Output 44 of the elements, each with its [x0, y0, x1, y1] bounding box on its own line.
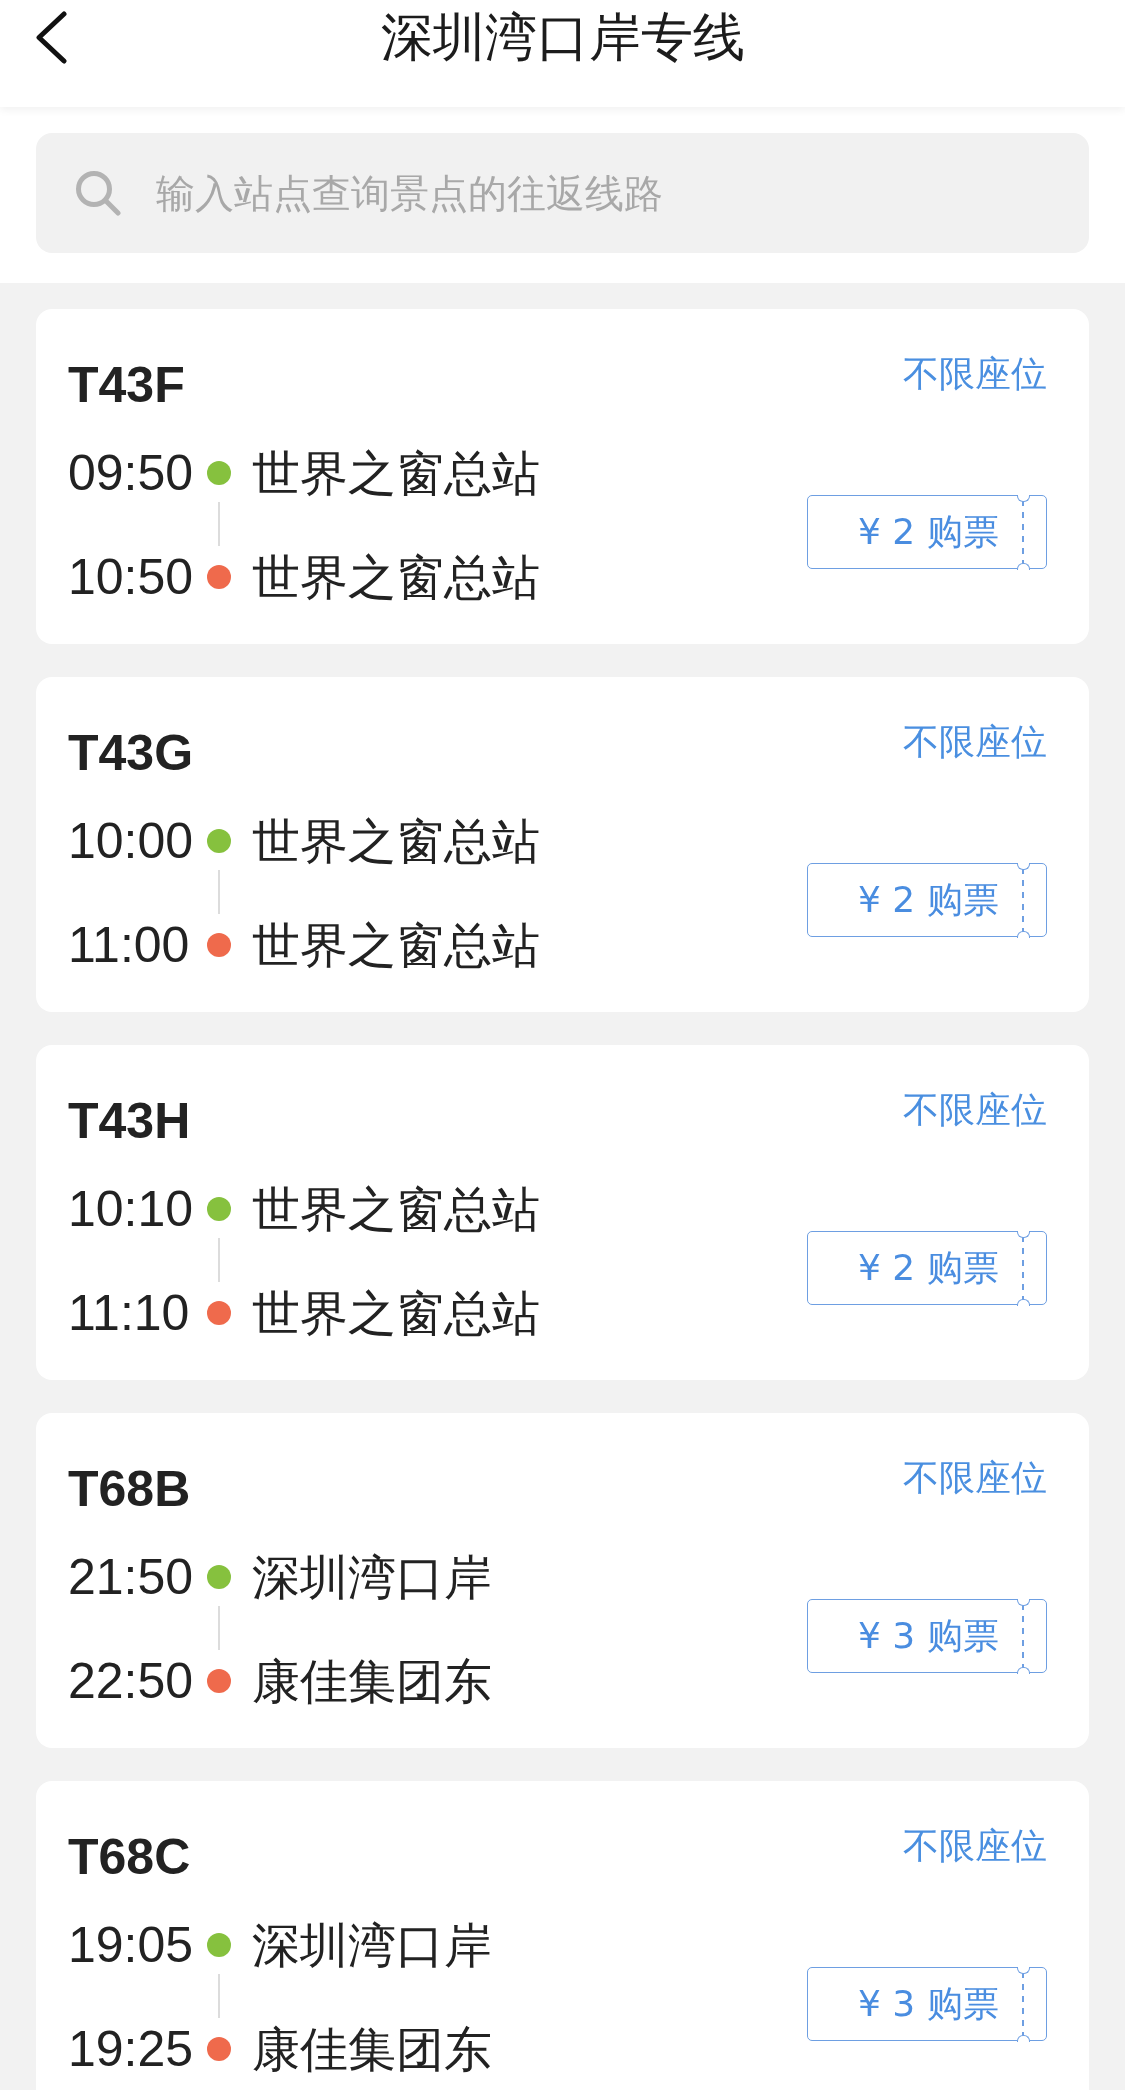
- station-name: 康佳集团东: [252, 2024, 492, 2074]
- seat-note: 不限座位: [903, 1828, 1047, 1864]
- station-name: 康佳集团东: [252, 1656, 492, 1706]
- route-line: [218, 502, 220, 546]
- page-title: 深圳湾口岸专线: [380, 11, 745, 63]
- route-name: T43G: [68, 728, 194, 778]
- station-name: 世界之窗总站: [252, 1288, 540, 1338]
- buy-ticket-button[interactable]: ¥ 2 购票: [807, 863, 1047, 937]
- station-name: 世界之窗总站: [252, 552, 540, 602]
- stop-time: 21:50: [68, 1552, 195, 1602]
- station-name: 世界之窗总站: [252, 448, 540, 498]
- station-name: 世界之窗总站: [252, 920, 540, 970]
- route-name: T68C: [68, 1832, 191, 1882]
- seat-note: 不限座位: [903, 724, 1047, 760]
- seat-note: 不限座位: [903, 1460, 1047, 1496]
- seat-note: 不限座位: [903, 356, 1047, 392]
- stop-time: 19:25: [68, 2024, 195, 2074]
- back-button[interactable]: [34, 11, 68, 64]
- station-name: 世界之窗总站: [252, 1184, 540, 1234]
- route-name: T43H: [68, 1096, 191, 1146]
- stop-time: 22:50: [68, 1656, 195, 1706]
- search-field[interactable]: 输入站点查询景点的往返线路: [36, 133, 1089, 253]
- stop-time: 10:10: [68, 1184, 195, 1234]
- stop-time: 19:05: [68, 1920, 195, 1970]
- stop-time: 09:50: [68, 448, 195, 498]
- stop-time: 10:50: [68, 552, 195, 602]
- route-line: [218, 1606, 220, 1650]
- station-name: 深圳湾口岸: [252, 1552, 492, 1602]
- station-name: 世界之窗总站: [252, 816, 540, 866]
- route-line: [218, 870, 220, 914]
- route-line: [218, 1974, 220, 2018]
- seat-note: 不限座位: [903, 1092, 1047, 1128]
- route-line: [218, 1238, 220, 1282]
- stop-time: 11:10: [68, 1288, 191, 1338]
- route-name: T68B: [68, 1464, 191, 1514]
- buy-ticket-button[interactable]: ¥ 3 购票: [807, 1967, 1047, 2041]
- stop-time: 11:00: [68, 920, 191, 970]
- route-name: T43F: [68, 360, 185, 410]
- search-icon: [75, 170, 121, 216]
- buy-ticket-button[interactable]: ¥ 2 购票: [807, 1231, 1047, 1305]
- station-name: 深圳湾口岸: [252, 1920, 492, 1970]
- buy-ticket-button[interactable]: ¥ 3 购票: [807, 1599, 1047, 1673]
- buy-ticket-button[interactable]: ¥ 2 购票: [807, 495, 1047, 569]
- stop-time: 10:00: [68, 816, 195, 866]
